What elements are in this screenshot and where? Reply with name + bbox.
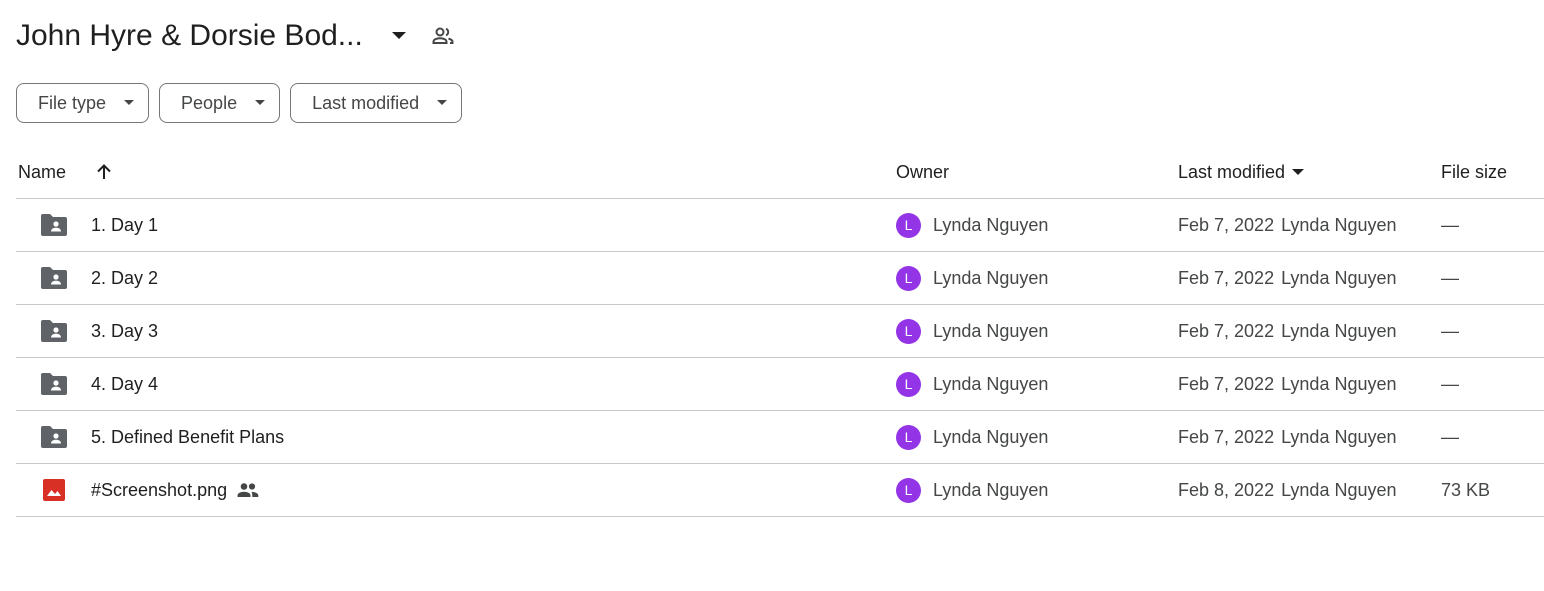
arrow-up-icon[interactable] [94,162,114,182]
table-row[interactable]: 3. Day 3 L Lynda Nguyen Feb 7, 2022 Lynd… [16,305,1544,358]
modified-cell: Feb 7, 2022 Lynda Nguyen [1178,305,1397,357]
file-name: 5. Defined Benefit Plans [91,426,285,447]
file-name: 2. Day 2 [91,267,159,288]
filter-bar: File type People Last modified [16,83,463,123]
modified-cell: Feb 7, 2022 Lynda Nguyen [1178,252,1397,304]
file-size-column-header[interactable]: File size [1441,146,1507,198]
caret-down-icon [255,100,266,106]
name-column-label: Name [18,161,67,182]
avatar: L [896,212,921,238]
avatar: L [896,371,921,397]
table-row[interactable]: 4. Day 4 L Lynda Nguyen Feb 7, 2022 Lynd… [16,358,1544,411]
avatar: L [896,477,921,503]
file-name-cell: #Screenshot.png [91,464,259,516]
modified-by: Lynda Nguyen [1281,267,1397,288]
modified-by: Lynda Nguyen [1281,214,1397,235]
owner-cell: L Lynda Nguyen [896,305,1048,357]
shared-folder-icon [40,199,68,251]
owner-name: Lynda Nguyen [933,267,1049,288]
file-name: 1. Day 1 [91,214,159,235]
caret-down-icon [437,100,448,106]
owner-cell: L Lynda Nguyen [896,252,1048,304]
table-header: Name Owner Last modified File size [16,146,1544,199]
table-row[interactable]: 1. Day 1 L Lynda Nguyen Feb 7, 2022 Lynd… [16,199,1544,252]
file-name: #Screenshot.png [91,479,228,500]
modified-date: Feb 8, 2022 [1178,479,1275,500]
image-file-icon [40,464,68,516]
file-size: — [1441,267,1459,288]
modified-by: Lynda Nguyen [1281,320,1397,341]
owner-name: Lynda Nguyen [933,214,1049,235]
owner-column-label: Owner [896,161,950,182]
modified-date: Feb 7, 2022 [1178,267,1275,288]
file-name: 3. Day 3 [91,320,159,341]
name-column-header[interactable]: Name [18,146,114,198]
modified-cell: Feb 7, 2022 Lynda Nguyen [1178,358,1397,410]
table-row[interactable]: 2. Day 2 L Lynda Nguyen Feb 7, 2022 Lynd… [16,252,1544,305]
modified-date: Feb 7, 2022 [1178,214,1275,235]
shared-folder-icon [40,305,68,357]
file-size: 73 KB [1441,479,1491,500]
modified-by: Lynda Nguyen [1281,426,1397,447]
caret-down-icon [124,100,135,106]
owner-cell: L Lynda Nguyen [896,358,1048,410]
owner-name: Lynda Nguyen [933,426,1049,447]
shared-folder-icon [40,411,68,463]
file-size-column-label: File size [1441,161,1508,182]
shared-folder-icon [40,358,68,410]
file-size: — [1441,373,1459,394]
avatar: L [896,318,921,344]
owner-column-header[interactable]: Owner [896,146,949,198]
modified-cell: Feb 7, 2022 Lynda Nguyen [1178,411,1397,463]
modified-cell: Feb 8, 2022 Lynda Nguyen [1178,464,1397,516]
last-modified-column-header[interactable]: Last modified [1178,146,1305,198]
modified-date: Feb 7, 2022 [1178,320,1275,341]
filter-label: People [181,92,238,113]
file-size: — [1441,214,1459,235]
page-title: John Hyre & Dorsie Bod... [16,19,363,52]
table-row[interactable]: 5. Defined Benefit Plans L Lynda Nguyen … [16,411,1544,464]
shared-people-icon [237,482,259,498]
file-name: 4. Day 4 [91,373,159,394]
modified-date: Feb 7, 2022 [1178,373,1275,394]
owner-name: Lynda Nguyen [933,373,1049,394]
modified-by: Lynda Nguyen [1281,479,1397,500]
shared-people-icon[interactable] [431,24,455,48]
last-modified-column-label: Last modified [1178,161,1286,182]
caret-down-icon[interactable] [387,24,411,48]
owner-cell: L Lynda Nguyen [896,411,1048,463]
table-row[interactable]: #Screenshot.png L Lynda Nguyen Feb 8, 20… [16,464,1544,517]
file-list: Name Owner Last modified File size 1. Da… [16,146,1544,517]
filter-label: File type [38,92,107,113]
people-filter[interactable]: People [159,83,281,123]
caret-down-icon [1292,168,1305,176]
file-size: — [1441,320,1459,341]
owner-cell: L Lynda Nguyen [896,199,1048,251]
owner-name: Lynda Nguyen [933,479,1049,500]
modified-cell: Feb 7, 2022 Lynda Nguyen [1178,199,1397,251]
shared-folder-icon [40,252,68,304]
modified-by: Lynda Nguyen [1281,373,1397,394]
file-type-filter[interactable]: File type [16,83,150,123]
owner-name: Lynda Nguyen [933,320,1049,341]
avatar: L [896,265,921,291]
avatar: L [896,424,921,450]
file-size: — [1441,426,1459,447]
owner-cell: L Lynda Nguyen [896,464,1048,516]
last-modified-filter[interactable]: Last modified [290,83,463,123]
page-header: John Hyre & Dorsie Bod... [16,14,455,58]
filter-label: Last modified [312,92,420,113]
modified-date: Feb 7, 2022 [1178,426,1275,447]
